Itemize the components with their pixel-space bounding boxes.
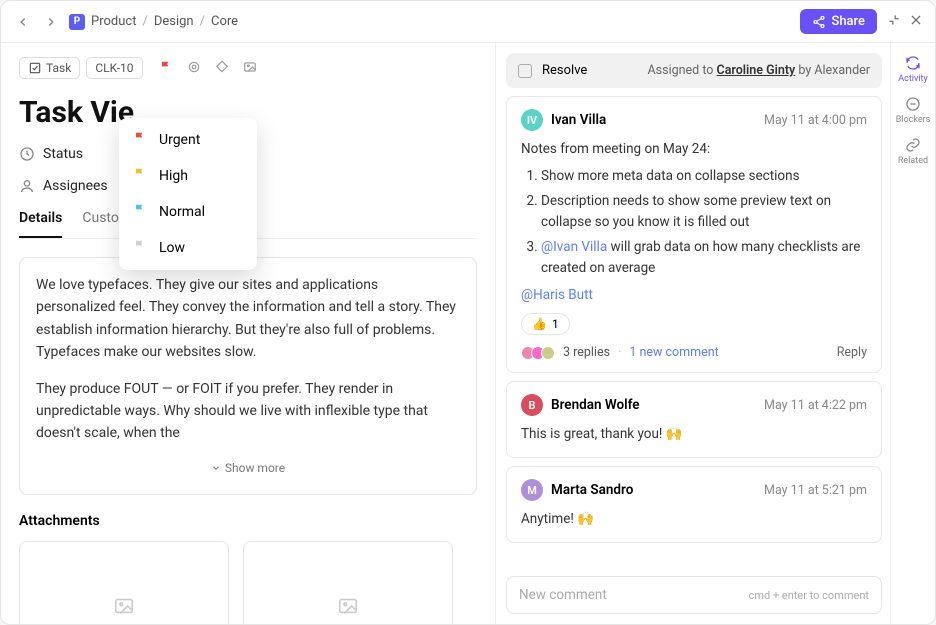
nav-forward[interactable] [41, 12, 61, 32]
breadcrumb-design[interactable]: Design [154, 14, 194, 29]
reply-button[interactable]: Reply [837, 345, 867, 360]
attachments-heading: Attachments [19, 513, 477, 529]
priority-dropdown: Urgent High Normal Low [119, 118, 257, 270]
reaction-button[interactable]: 👍 1 [521, 313, 570, 335]
close-icon[interactable] [909, 12, 923, 31]
avatar: M [521, 479, 543, 501]
resolve-bar: Resolve Assigned to Caroline Ginty by Al… [506, 53, 882, 88]
assigned-text: Assigned to Caroline Ginty by Alexander [648, 63, 870, 78]
comment-time: May 11 at 4:22 pm [764, 398, 867, 413]
collapse-icon[interactable] [887, 12, 901, 31]
description-box[interactable]: We love typefaces. They give our sites a… [19, 257, 477, 495]
task-type-pill[interactable]: Task [19, 57, 80, 79]
sidebar-activity[interactable]: Activity [898, 55, 927, 84]
comment-time: May 11 at 4:00 pm [764, 113, 867, 128]
mention[interactable]: @Ivan Villa [541, 239, 607, 255]
comment: B Brendan Wolfe May 11 at 4:22 pm This i… [506, 381, 882, 458]
resolve-checkbox[interactable] [518, 64, 532, 78]
sidebar-blockers[interactable]: Blockers [896, 96, 931, 125]
nav-back[interactable] [13, 12, 33, 32]
tab-custom[interactable]: Custo [82, 210, 118, 238]
attachment-placeholder[interactable] [243, 541, 453, 624]
breadcrumb-product[interactable]: Product [91, 14, 136, 29]
comment: IV Ivan Villa May 11 at 4:00 pm Notes fr… [506, 96, 882, 373]
breadcrumb: P Product / Design / Core [69, 14, 238, 30]
mention[interactable]: @Haris Butt [521, 285, 867, 306]
sidebar-related[interactable]: Related [898, 137, 928, 166]
priority-normal[interactable]: Normal [119, 194, 257, 230]
resolve-label: Resolve [542, 63, 587, 78]
sprint-icon[interactable] [187, 60, 201, 77]
new-replies[interactable]: 1 new comment [629, 345, 718, 360]
priority-urgent[interactable]: Urgent [119, 122, 257, 158]
breadcrumb-core[interactable]: Core [211, 14, 238, 29]
composer-hint: cmd + enter to comment [749, 589, 869, 602]
reply-avatars [521, 346, 555, 360]
replies-count[interactable]: 3 replies [563, 345, 610, 360]
priority-flag-icon[interactable] [159, 60, 173, 77]
comment-author: Marta Sandro [551, 482, 633, 498]
avatar: IV [521, 109, 543, 131]
avatar: B [521, 394, 543, 416]
comment-time: May 11 at 5:21 pm [764, 483, 867, 498]
priority-high[interactable]: High [119, 158, 257, 194]
priority-low[interactable]: Low [119, 230, 257, 266]
breadcrumb-space-icon: P [69, 14, 85, 30]
attachment-placeholder[interactable] [19, 541, 229, 624]
flag-icon [133, 203, 147, 221]
flag-icon [133, 167, 147, 185]
share-button[interactable]: Share [800, 9, 877, 34]
show-more-button[interactable]: Show more [36, 459, 460, 478]
comment: M Marta Sandro May 11 at 5:21 pm Anytime… [506, 466, 882, 543]
tab-details[interactable]: Details [19, 210, 62, 238]
comment-author: Ivan Villa [551, 112, 606, 128]
comment-author: Brendan Wolfe [551, 397, 640, 413]
task-id-pill[interactable]: CLK-10 [86, 57, 142, 79]
tag-icon[interactable] [215, 60, 229, 77]
flag-icon [133, 131, 147, 149]
flag-icon [133, 239, 147, 257]
image-icon[interactable] [243, 60, 257, 77]
new-comment-input[interactable]: New comment cmd + enter to comment [506, 576, 882, 614]
